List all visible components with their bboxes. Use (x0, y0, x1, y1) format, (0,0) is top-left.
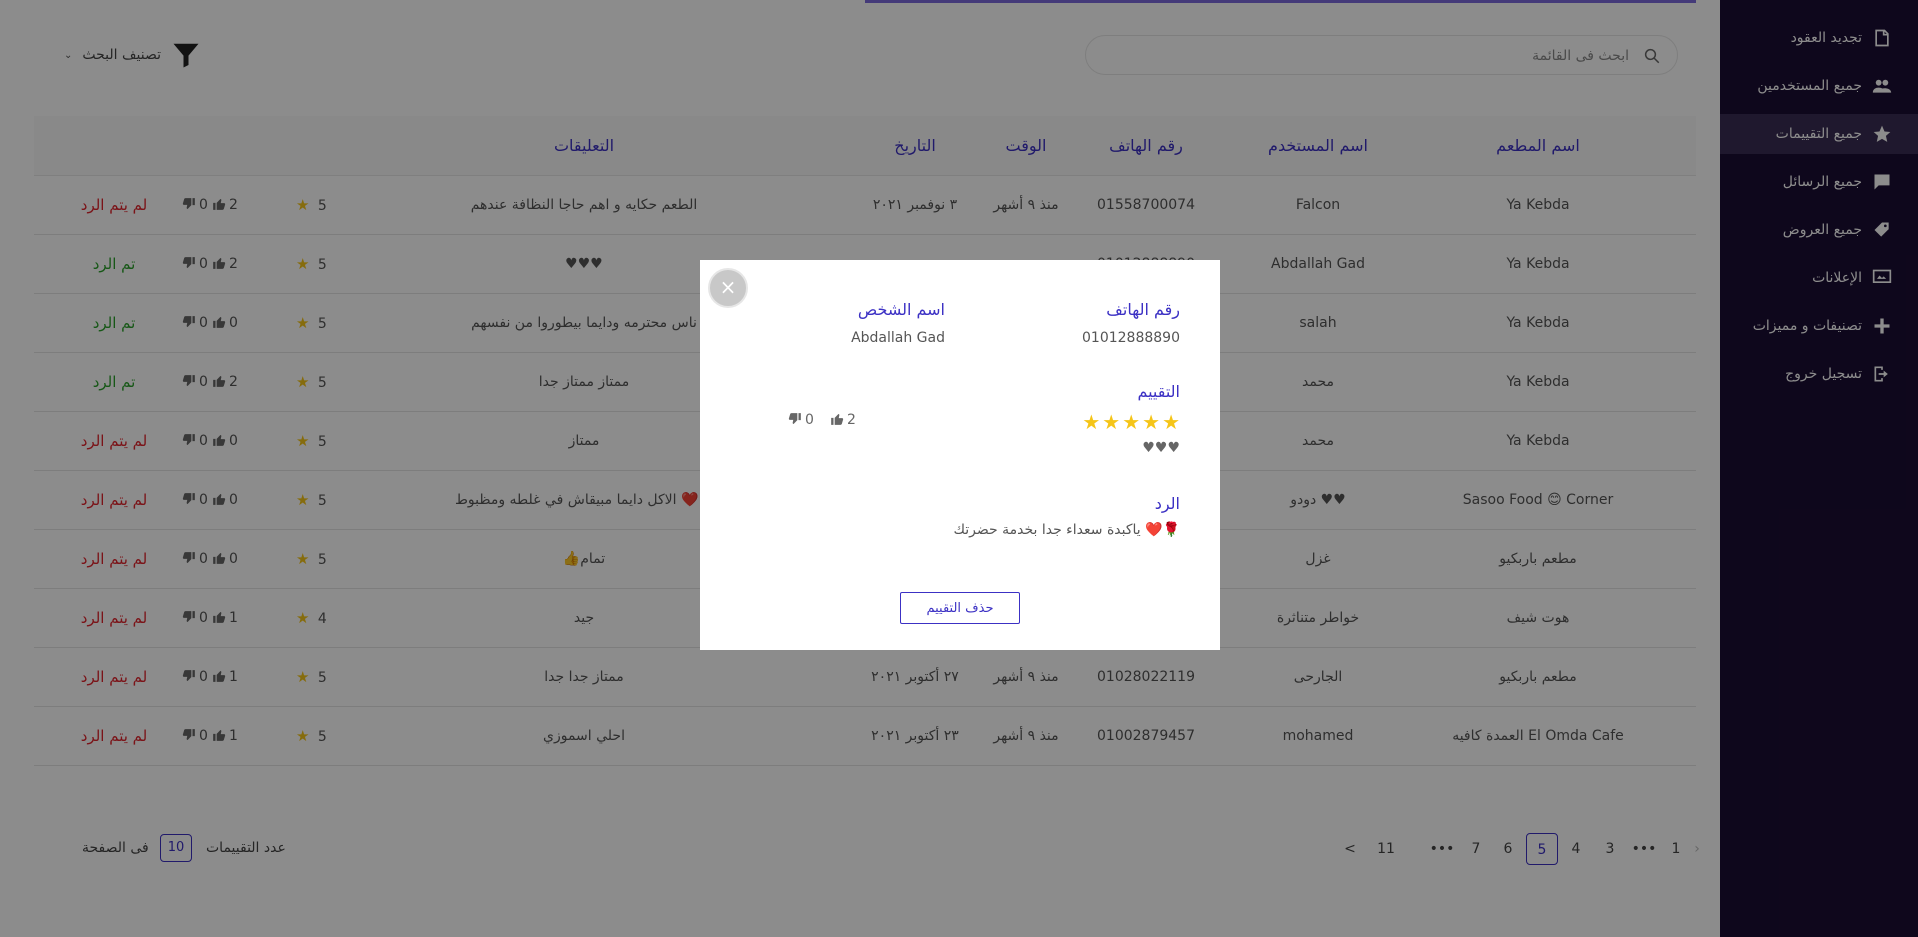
modal-reply-text: 🌹❤️ ياكبدة سعداء جدا بخدمة حضرتك (953, 522, 1180, 538)
modal-reply-label: الرد (1154, 494, 1180, 513)
review-detail-modal: × رقم الهاتف 01012888890 اسم الشخص Abdal… (700, 260, 1220, 650)
star-icon: ★ (1082, 410, 1103, 434)
star-icon: ★ (1122, 410, 1143, 434)
thumbs-up-icon (830, 412, 844, 426)
modal-dislikes: 0 (788, 412, 814, 428)
modal-comment: ♥♥♥ (1142, 440, 1180, 456)
modal-dislikes-count: 0 (805, 412, 814, 428)
star-icon: ★ (1142, 410, 1163, 434)
modal-person-label: اسم الشخص (857, 300, 945, 319)
modal-rating-label: التقييم (1137, 382, 1180, 401)
star-icon: ★ (1102, 410, 1123, 434)
modal-person-value: Abdallah Gad (851, 330, 945, 346)
modal-phone-value: 01012888890 (1082, 330, 1180, 346)
modal-likes: 2 (830, 412, 856, 428)
modal-phone-label: رقم الهاتف (1106, 300, 1180, 319)
close-icon[interactable]: × (708, 268, 748, 308)
modal-rating-stars: ★★★★★ (1082, 410, 1182, 434)
star-icon: ★ (1162, 410, 1182, 434)
delete-review-button[interactable]: حذف التقييم (900, 592, 1020, 624)
modal-likes-count: 2 (847, 412, 856, 428)
thumbs-down-icon (788, 412, 802, 426)
